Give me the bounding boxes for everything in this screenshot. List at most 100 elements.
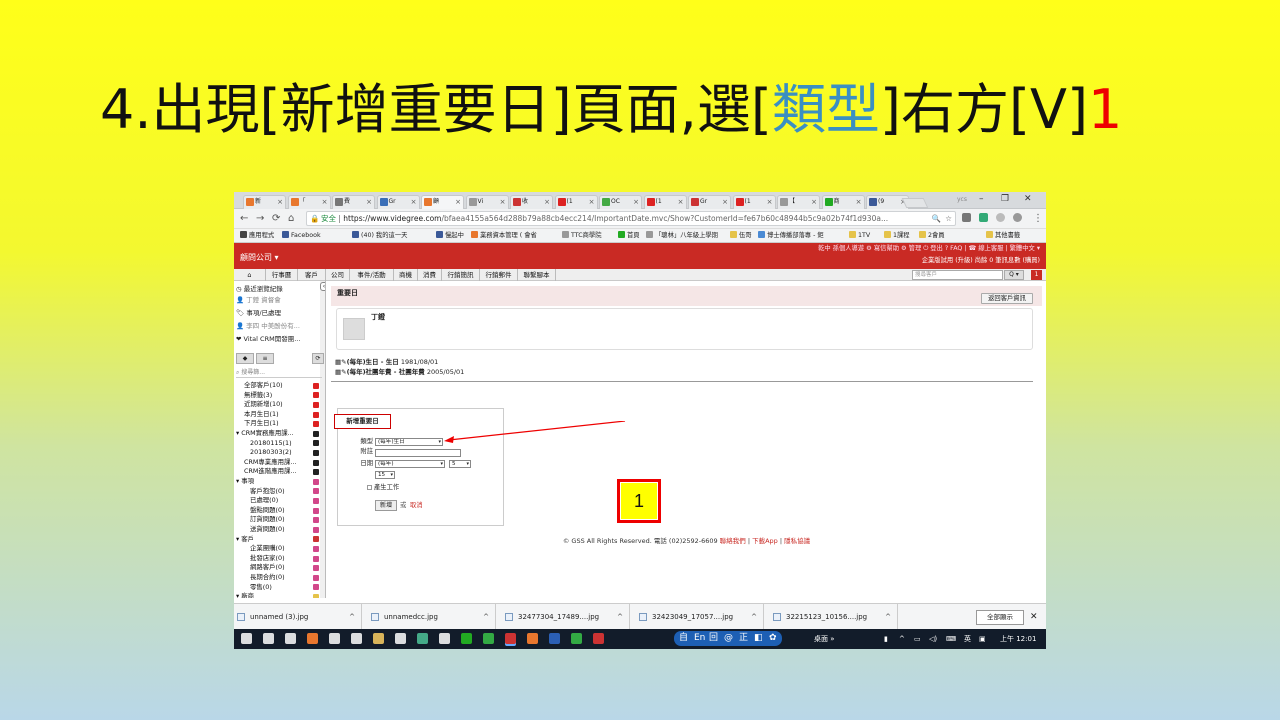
sidebar-item[interactable]: ▾ 事項 bbox=[236, 477, 254, 487]
extension-icon[interactable] bbox=[962, 213, 971, 222]
ime-button[interactable]: ◧ bbox=[754, 631, 763, 646]
sidebar-item[interactable]: CRM專業應用課... bbox=[244, 458, 296, 468]
clock[interactable]: 上午 12:01 bbox=[1000, 629, 1036, 649]
home-icon[interactable]: ⌂ bbox=[288, 213, 294, 225]
bookmark-item[interactable]: 應用程式 bbox=[240, 229, 274, 242]
close-tab-icon[interactable]: × bbox=[633, 196, 639, 208]
browser-tab[interactable]: 「× bbox=[287, 195, 331, 209]
zoom-icon[interactable]: 🔍 bbox=[932, 212, 941, 225]
chevron-up-icon[interactable]: ^ bbox=[483, 604, 489, 630]
search-icon[interactable] bbox=[263, 633, 274, 644]
bookmark-item[interactable]: 1TV bbox=[849, 229, 870, 242]
reload-icon[interactable]: ⟳ bbox=[272, 213, 280, 225]
new-tab-button[interactable] bbox=[901, 198, 929, 208]
browser-tab[interactable]: 商 × bbox=[821, 195, 865, 209]
bookmark-item[interactable]: (40) 我的這一天 bbox=[352, 229, 407, 242]
collapse-icon[interactable]: ‹ bbox=[320, 282, 325, 291]
close-tab-icon[interactable]: × bbox=[411, 196, 417, 208]
ime-button[interactable]: 正 bbox=[739, 631, 748, 646]
sidebar-scrollbar[interactable] bbox=[320, 281, 325, 598]
powerpoint-icon[interactable] bbox=[593, 633, 604, 644]
recent-item[interactable]: ❤ Vital CRM開發團... bbox=[236, 334, 300, 344]
sidebar-item[interactable]: 批發店家(0) bbox=[250, 554, 285, 564]
show-all-downloads-button[interactable]: 全部顯示 bbox=[976, 610, 1024, 625]
sidebar-item[interactable]: 零售(0) bbox=[250, 583, 272, 593]
close-tab-icon[interactable]: × bbox=[544, 196, 550, 208]
menu-item[interactable]: 事件/活動 bbox=[350, 269, 394, 281]
cancel-link[interactable]: 取消 bbox=[410, 501, 423, 510]
browser-tab[interactable]: (1 × bbox=[732, 195, 776, 209]
add-button[interactable]: 新增 bbox=[375, 500, 397, 511]
download-item[interactable]: 32423049_17057....jpg ^ bbox=[636, 604, 764, 630]
tray-up-icon[interactable]: ^ bbox=[899, 629, 905, 649]
alert-badge[interactable]: 1 bbox=[1031, 270, 1042, 280]
gen-task-checkbox[interactable] bbox=[367, 485, 372, 490]
vivaldi-icon[interactable] bbox=[505, 633, 516, 644]
minimize-icon[interactable]: – bbox=[979, 194, 984, 205]
browser-tab[interactable]: 【× bbox=[777, 195, 820, 209]
footer-link-privacy[interactable]: 隱私協議 bbox=[784, 537, 810, 545]
ime-button[interactable]: ✿ bbox=[769, 631, 777, 646]
ime-button[interactable]: 自 bbox=[679, 631, 688, 646]
company-switcher[interactable]: 顧問公司 ▾ bbox=[240, 253, 279, 263]
bookmark-item[interactable]: Facebook bbox=[282, 229, 321, 242]
close-tab-icon[interactable]: × bbox=[856, 196, 862, 208]
close-window-icon[interactable]: ✕ bbox=[1024, 194, 1032, 205]
chevron-up-icon[interactable]: ^ bbox=[885, 604, 891, 630]
close-tab-icon[interactable]: × bbox=[277, 196, 283, 208]
menu-item[interactable]: 行銷簡訊 bbox=[442, 269, 480, 281]
customer-name[interactable]: 丁鐙 bbox=[371, 313, 385, 322]
menu-item[interactable]: 聯繫腳本 bbox=[518, 269, 556, 281]
chrome-icon[interactable] bbox=[527, 633, 538, 644]
maximize-icon[interactable]: ❐ bbox=[1001, 194, 1009, 205]
bookmark-item[interactable]: 博士傳播部落專 - 鉅 bbox=[758, 229, 824, 242]
sidebar-item[interactable]: 長期合約(0) bbox=[250, 573, 285, 583]
notification-icon[interactable]: ▣ bbox=[979, 629, 986, 649]
close-tab-icon[interactable]: × bbox=[455, 196, 461, 208]
menu-item[interactable]: 商機 bbox=[394, 269, 418, 281]
download-item[interactable]: unnamedcc.jpg ^ bbox=[368, 604, 496, 630]
close-tab-icon[interactable]: × bbox=[722, 196, 728, 208]
sidebar-item[interactable]: 已處理(0) bbox=[250, 496, 278, 506]
gear-icon[interactable] bbox=[351, 633, 362, 644]
refresh-icon[interactable]: ⟳ bbox=[312, 353, 324, 364]
download-item[interactable]: unnamed (3).jpg ^ bbox=[234, 604, 362, 630]
sidebar-item[interactable]: 網路客戶(0) bbox=[250, 563, 285, 573]
day-select[interactable]: 15 ▾ bbox=[375, 471, 395, 479]
list-icon[interactable]: ≡ bbox=[256, 353, 274, 364]
browser-tab[interactable]: OC × bbox=[599, 195, 642, 209]
ime-language[interactable]: 英 bbox=[964, 629, 971, 649]
extension-icon[interactable] bbox=[979, 213, 988, 222]
bookmark-item[interactable]: 伍哥 bbox=[730, 229, 752, 242]
keyboard-icon[interactable]: ⌨ bbox=[946, 629, 956, 649]
edit-icon[interactable]: ▦✎ bbox=[335, 358, 347, 366]
extension-icon[interactable] bbox=[996, 213, 1005, 222]
browser-tab[interactable]: 費 × bbox=[332, 195, 375, 209]
sidebar-item[interactable]: 無標籤(3) bbox=[244, 391, 272, 401]
sidebar-item[interactable]: ▾ 廠商 bbox=[236, 592, 254, 598]
browser-tab[interactable]: 顧 × bbox=[421, 195, 464, 209]
date-frequency-select[interactable]: (每年) ▾ bbox=[375, 460, 445, 468]
extension-icon[interactable] bbox=[1013, 213, 1022, 222]
sidebar-item[interactable]: 全部客戶(10) bbox=[244, 381, 283, 391]
bookmark-item[interactable]: 其他書籤 bbox=[986, 229, 1020, 242]
sidebar-item[interactable]: 訂貨問題(0) bbox=[250, 515, 285, 525]
task-view-icon[interactable] bbox=[285, 633, 296, 644]
bookmark-item[interactable]: TTC商學院 bbox=[562, 229, 602, 242]
sidebar-item[interactable]: ▾ CRM實務應用課... bbox=[236, 429, 294, 439]
ime-button[interactable]: @ bbox=[724, 631, 733, 646]
close-tab-icon[interactable]: × bbox=[366, 196, 372, 208]
download-item[interactable]: 32215123_10156....jpg ^ bbox=[770, 604, 898, 630]
firefox-icon[interactable] bbox=[307, 633, 318, 644]
sidebar-item[interactable]: 企業團購(0) bbox=[250, 544, 285, 554]
bookmark-item[interactable]: 慢起中 bbox=[436, 229, 464, 242]
menu-item[interactable]: 公司 bbox=[326, 269, 350, 281]
sidebar-item[interactable]: 本月生日(1) bbox=[244, 410, 279, 420]
menu-item[interactable]: 行銷郵件 bbox=[480, 269, 518, 281]
close-tab-icon[interactable]: × bbox=[322, 196, 328, 208]
close-tab-icon[interactable]: × bbox=[500, 196, 506, 208]
footer-link-contact[interactable]: 聯絡我們 bbox=[720, 537, 746, 545]
sidebar-item[interactable]: 下月生日(1) bbox=[244, 419, 279, 429]
star-icon[interactable]: ☆ bbox=[945, 212, 952, 225]
bookmark-item[interactable]: 業務資本管理 ( 會省 bbox=[471, 229, 537, 242]
